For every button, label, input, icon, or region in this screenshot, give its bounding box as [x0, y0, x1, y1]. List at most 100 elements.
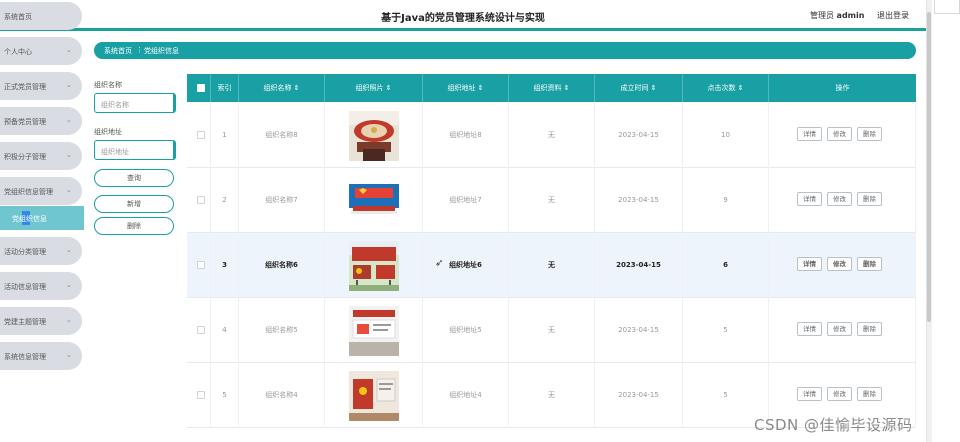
org-photo-cell	[325, 363, 423, 428]
row-actions-cell: 详情 修改 删除	[769, 298, 916, 363]
row-checkbox[interactable]	[197, 261, 205, 269]
row-select-cell	[187, 233, 211, 298]
cell-index: 3	[211, 233, 239, 298]
sidebar-item-label: 党组织信息管理	[4, 188, 53, 196]
search-button[interactable]: 查询	[94, 169, 174, 187]
sidebar-subitem-org-info[interactable]: 党组织信息	[0, 206, 84, 230]
table-row[interactable]: 4 组织名称5 组织地址5 无 2023-04-15 5 详情 修改 删除	[187, 298, 916, 363]
sidebar-item[interactable]: 系统信息管理 ⌄	[0, 342, 82, 370]
col-org-photo[interactable]: 组织照片 ⇕	[325, 74, 423, 102]
delete-button[interactable]: 删除	[857, 322, 882, 336]
chevron-down-icon: ⌄	[66, 81, 72, 89]
cell-name: 组织名称8	[239, 103, 325, 168]
detail-button[interactable]: 详情	[797, 192, 822, 206]
delete-button[interactable]: 删除	[857, 257, 882, 271]
org-photo-cell	[325, 298, 423, 363]
select-all-checkbox[interactable]	[197, 84, 205, 92]
sidebar-item-label: 系统信息管理	[4, 353, 46, 361]
row-checkbox[interactable]	[197, 326, 205, 334]
org-address-input[interactable]: 组织地址	[94, 140, 176, 160]
sidebar-item[interactable]: 积极分子管理 ⌄	[0, 142, 82, 170]
edit-button[interactable]: 修改	[827, 322, 852, 336]
sidebar-item[interactable]: 预备党员管理 ⌄	[0, 107, 82, 135]
org-name-label: 组织名称	[94, 81, 122, 89]
detail-button[interactable]: 详情	[797, 257, 822, 271]
edit-button[interactable]: 修改	[827, 192, 852, 206]
sidebar-item[interactable]: 正式党员管理 ⌄	[0, 72, 82, 100]
cell-name: 组织名称5	[239, 298, 325, 363]
table-row[interactable]: 2 组织名称7 组织地址7 无 2023-04-15 9 详情 修改 删除	[187, 168, 916, 233]
sidebar-item[interactable]: 活动信息管理 ⌄	[0, 272, 82, 300]
sidebar-item[interactable]: 活动分类管理 ⌄	[0, 237, 82, 265]
table-header: 索引 组织名称 ⇕ 组织照片 ⇕ 组织地址 ⇕ 组织资料 ⇕ 成立时间 ⇕ 点击…	[187, 74, 916, 102]
org-photo-thumbnail[interactable]	[349, 241, 399, 291]
row-checkbox[interactable]	[197, 391, 205, 399]
delete-button[interactable]: 删除	[857, 127, 882, 141]
col-founded-date[interactable]: 成立时间 ⇕	[595, 74, 683, 102]
breadcrumb-home[interactable]: 系统首页	[104, 46, 132, 56]
cell-date: 2023-04-15	[595, 168, 683, 233]
sidebar-item-label: 积极分子管理	[4, 153, 46, 161]
row-select-cell	[187, 298, 211, 363]
sidebar-item[interactable]: 党组织信息管理 ⌄	[0, 177, 82, 205]
col-org-name[interactable]: 组织名称 ⇕	[239, 74, 325, 102]
edit-button[interactable]: 修改	[827, 257, 852, 271]
row-checkbox[interactable]	[197, 196, 205, 204]
org-address-label: 组织地址	[94, 128, 122, 136]
sidebar-item[interactable]: 党建主题管理 ⌄	[0, 307, 82, 335]
edit-button[interactable]: 修改	[827, 387, 852, 401]
sidebar-item[interactable]: 个人中心 ⌄	[0, 37, 82, 65]
col-click-count[interactable]: 点击次数 ⇕	[683, 74, 769, 102]
delete-button[interactable]: 删除	[857, 387, 882, 401]
batch-delete-button[interactable]: 删除	[94, 217, 174, 235]
sidebar-item[interactable]: 系统首页	[0, 2, 82, 30]
table-row[interactable]: 1 组织名称8 组织地址8 无 2023-04-15 10 详情 修改 删除	[187, 103, 916, 168]
header-divider	[0, 28, 926, 31]
delete-button[interactable]: 删除	[857, 192, 882, 206]
org-photo-thumbnail[interactable]	[349, 111, 399, 161]
sidebar-item-label: 正式党员管理	[4, 83, 46, 91]
org-photo-thumbnail[interactable]	[349, 306, 399, 356]
cell-date: 2023-04-15	[595, 103, 683, 168]
add-button[interactable]: 新增	[94, 195, 174, 213]
detail-button[interactable]: 详情	[797, 387, 822, 401]
sidebar-item-label: 系统首页	[4, 13, 32, 21]
sidebar-item-label: 活动信息管理	[4, 283, 46, 291]
org-photo-thumbnail[interactable]	[349, 371, 399, 421]
sidebar-item-label: 预备党员管理	[4, 118, 46, 126]
page-scrollbar-thumb[interactable]	[927, 12, 931, 322]
org-name-input[interactable]: 组织名称	[94, 93, 176, 113]
mouse-cursor-icon: ➶	[435, 258, 444, 269]
cell-clicks: 9	[683, 168, 769, 233]
cell-info: 无	[509, 363, 595, 428]
edit-button[interactable]: 修改	[827, 127, 852, 141]
detail-button[interactable]: 详情	[797, 322, 822, 336]
breadcrumb-current: 党组织信息	[144, 47, 179, 55]
table-row[interactable]: 3 组织名称6 组织地址6 无 2023-04-15 6 详情 修改 删除	[187, 233, 916, 298]
cell-info: 无	[509, 233, 595, 298]
col-org-address[interactable]: 组织地址 ⇕	[423, 74, 509, 102]
row-actions-cell: 详情 修改 删除	[769, 233, 916, 298]
col-org-info[interactable]: 组织资料 ⇕	[509, 74, 595, 102]
logout-link[interactable]: 退出登录	[877, 10, 909, 21]
row-select-cell	[187, 103, 211, 168]
cell-index: 5	[211, 363, 239, 428]
org-photo-thumbnail[interactable]	[349, 176, 399, 226]
row-checkbox[interactable]	[197, 131, 205, 139]
watermark: CSDN @佳愉毕设源码	[754, 416, 913, 434]
cell-name: 组织名称4	[239, 363, 325, 428]
col-index: 索引	[211, 74, 239, 102]
detail-button[interactable]: 详情	[797, 127, 822, 141]
cell-info: 无	[509, 298, 595, 363]
cell-index: 1	[211, 103, 239, 168]
cell-info: 无	[509, 103, 595, 168]
org-photo-cell	[325, 168, 423, 233]
cell-address: 组织地址7	[423, 168, 509, 233]
row-select-cell	[187, 363, 211, 428]
chevron-down-icon: ⌄	[66, 316, 72, 324]
chevron-down-icon: ⌄	[66, 186, 72, 194]
cell-clicks: 10	[683, 103, 769, 168]
org-photo-cell	[325, 103, 423, 168]
top-bar: 基于Java的党员管理系统设计与实现 管理员 admin 退出登录	[0, 0, 926, 30]
breadcrumb-separator: ⋮	[136, 46, 143, 54]
